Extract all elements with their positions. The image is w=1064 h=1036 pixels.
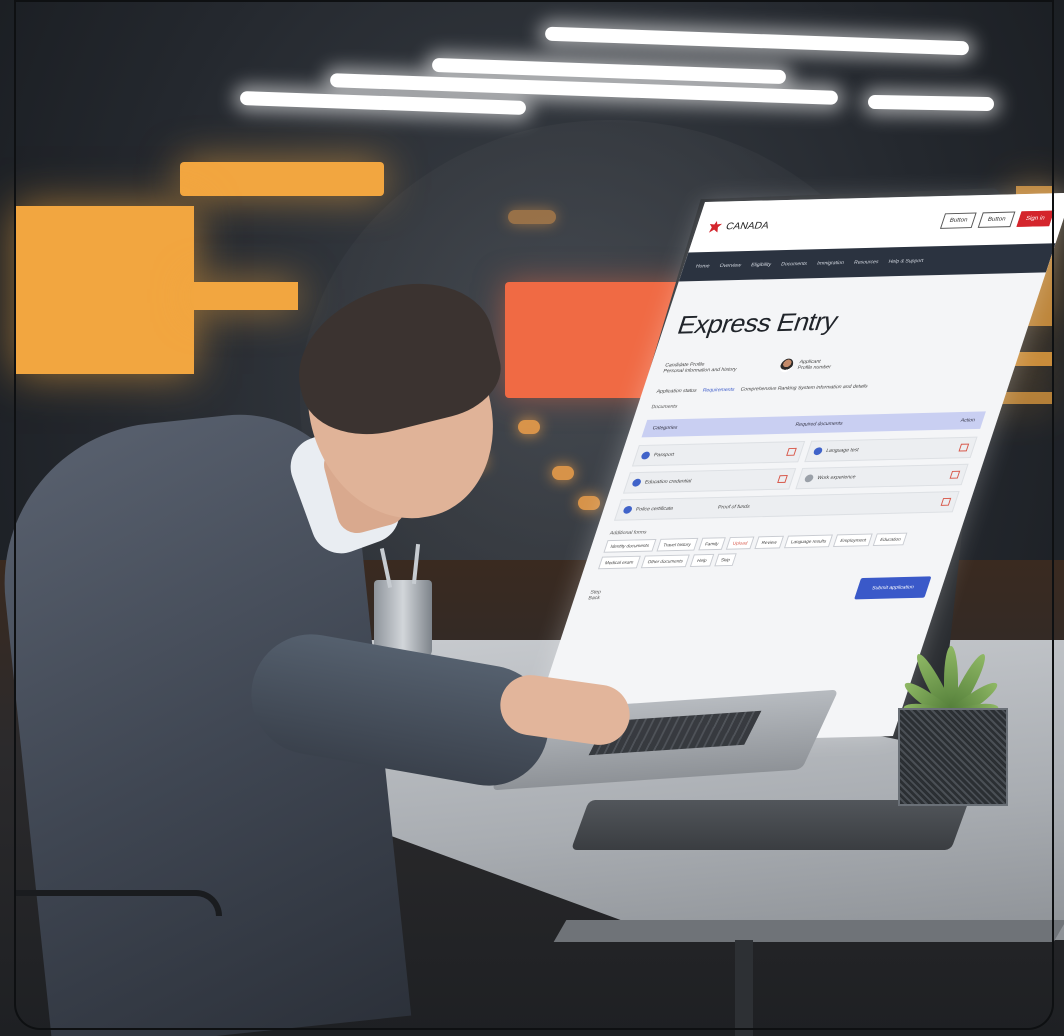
check-icon (812, 447, 824, 456)
strip-middle: Required documents (794, 420, 844, 428)
header-button[interactable]: Button (939, 212, 977, 229)
ceiling-light (867, 94, 995, 112)
chair-back (16, 890, 222, 916)
strip-left: Categories (651, 424, 679, 432)
site-logo[interactable]: CANADA (707, 220, 771, 233)
mesh-planter (898, 708, 1008, 806)
profile-text: Candidate Profile Personal information a… (662, 361, 739, 375)
chip[interactable]: Upload (725, 536, 755, 550)
user-info: Applicant Profile number (796, 358, 834, 371)
section-crs[interactable]: Comprehensive Ranking System information… (740, 384, 869, 393)
chip[interactable]: Review (754, 535, 784, 550)
succulent-plant (890, 636, 1014, 723)
maple-leaf-icon (707, 221, 723, 233)
chip[interactable]: Other documents (640, 554, 691, 569)
brand-name: CANADA (724, 220, 771, 232)
orange-wall-light (194, 282, 298, 310)
desk-leg (735, 940, 753, 1036)
avatar (777, 358, 795, 373)
section-requirements[interactable]: Requirements (702, 387, 736, 394)
delete-icon[interactable] (786, 447, 797, 456)
nav-item-documents[interactable]: Documents (780, 261, 808, 267)
bokeh-light (464, 454, 486, 468)
photo-scene: CANADA Button Button Sign in Home Overvi… (0, 0, 1064, 1036)
form-chips: Identity documents Travel history Family… (597, 532, 946, 570)
bokeh-light (518, 420, 540, 434)
footer-back[interactable]: Back (587, 595, 600, 601)
document-label: Police certificate (634, 505, 674, 513)
check-icon (622, 505, 634, 514)
chip[interactable]: Medical exam (597, 555, 641, 570)
table-header-strip: Categories Required documents Action (641, 411, 986, 438)
chip[interactable]: Language results (783, 534, 834, 549)
nav-item-help[interactable]: Help & Support (888, 258, 925, 265)
ceiling-light (239, 91, 527, 115)
form-footer: Step Back Submit application (586, 576, 932, 606)
header-actions: Button Button Sign in (939, 210, 1055, 229)
footer-steps: Step Back (587, 589, 602, 601)
chip[interactable]: Skip (713, 553, 738, 567)
document-label: Language test (825, 447, 860, 454)
document-card[interactable]: Police certificate Proof of funds (613, 490, 960, 521)
check-icon (803, 474, 815, 483)
header-button[interactable]: Button (977, 211, 1016, 228)
document-label: Education credential (643, 478, 692, 486)
document-card[interactable]: Language test (804, 436, 978, 463)
orange-wall-light (180, 162, 384, 196)
document-label: Work experience (816, 474, 857, 482)
profile-line: Personal information and history (662, 366, 738, 375)
nav-item-overview[interactable]: Overview (719, 263, 742, 269)
bokeh-light (508, 210, 556, 224)
document-grid: Passport Language test Education credent… (613, 436, 978, 521)
chip[interactable]: Identity documents (603, 538, 657, 553)
document-card[interactable]: Work experience (795, 463, 969, 490)
user-meta: Profile number (796, 364, 832, 371)
section-status: Application status (655, 387, 698, 395)
bokeh-light (552, 466, 574, 480)
strip-right: Action (959, 417, 976, 424)
document-card[interactable]: Education credential (622, 468, 797, 494)
nav-item-resources[interactable]: Resources (853, 259, 879, 265)
orange-wall-panel (16, 206, 194, 374)
chip[interactable]: Education (873, 532, 908, 547)
nav-item-immigration[interactable]: Immigration (816, 260, 845, 266)
delete-icon[interactable] (940, 497, 952, 506)
pen-cup (374, 580, 432, 658)
sub-label: Documents (650, 403, 679, 411)
nav-item-eligibility[interactable]: Eligibility (750, 262, 772, 268)
document-label: Proof of funds (716, 503, 751, 511)
delete-icon[interactable] (949, 470, 961, 479)
delete-icon[interactable] (958, 443, 970, 452)
desk-edge (553, 920, 1064, 942)
chip[interactable]: Employment (833, 533, 874, 548)
chip[interactable]: Help (690, 553, 714, 567)
ceiling-light (544, 26, 970, 56)
nav-item-home[interactable]: Home (695, 263, 711, 269)
document-label: Passport (652, 451, 675, 459)
tablet-on-desk (570, 800, 970, 850)
document-card[interactable]: Passport (631, 440, 806, 467)
check-icon (640, 451, 651, 460)
delete-icon[interactable] (777, 475, 788, 484)
page-title: Express Entry (673, 306, 842, 340)
chip[interactable]: Travel history (656, 537, 698, 552)
submit-button[interactable]: Submit application (854, 576, 932, 600)
profile-row: Candidate Profile Personal information a… (662, 353, 1005, 375)
sign-in-button[interactable]: Sign in (1016, 210, 1055, 227)
chip[interactable]: Family (697, 537, 726, 551)
section-row: Application status Requirements Comprehe… (655, 380, 997, 395)
check-icon (631, 478, 643, 487)
